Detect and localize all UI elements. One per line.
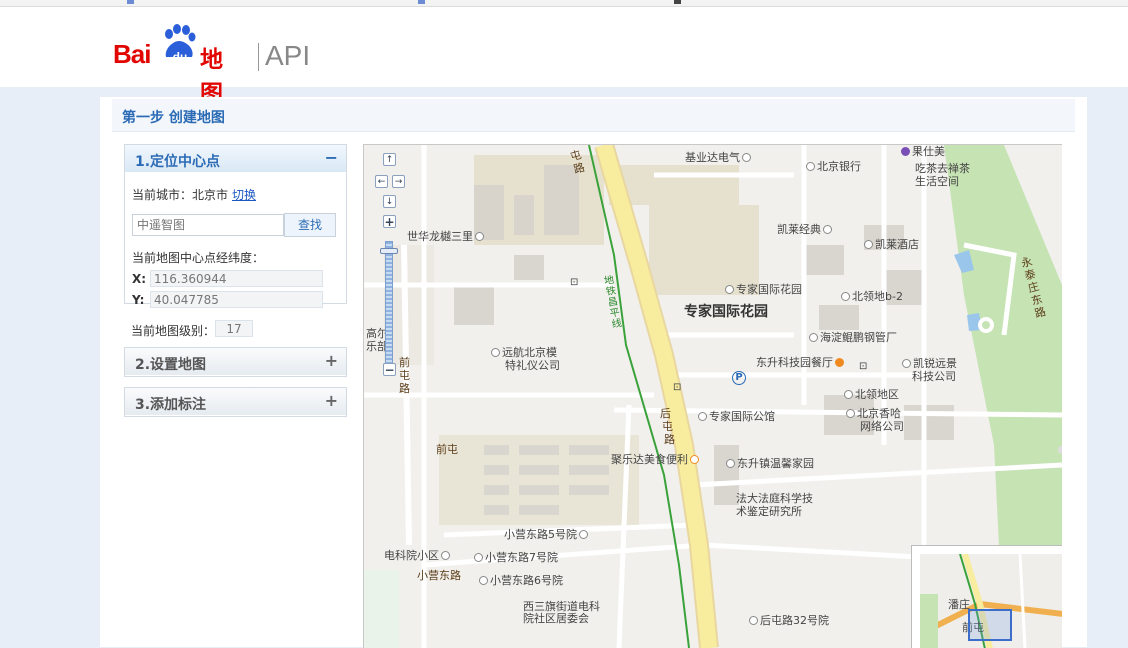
browser-top-strip	[0, 0, 1128, 7]
bus-stop-icon[interactable]: ⊡	[673, 381, 681, 394]
overview-label: 潘庄	[948, 598, 970, 611]
x-label: X:	[132, 272, 147, 286]
map-label[interactable]: 网络公司	[860, 420, 904, 433]
zoom-slider-track[interactable]	[385, 241, 393, 369]
map-label[interactable]: 吃茶去禅茶	[915, 162, 970, 175]
map-label[interactable]: 北领地b-2	[839, 290, 903, 303]
overview-map-inner: 潘庄 前屯	[920, 554, 1062, 648]
map-label[interactable]: 法大法庭科学技	[736, 492, 813, 505]
map-label[interactable]: 果仕美	[899, 145, 945, 158]
zoom-out-icon[interactable]: −	[383, 363, 396, 376]
map-label[interactable]: 专家国际花园	[723, 283, 802, 296]
map-area-label: 专家国际花园	[684, 304, 768, 320]
panel-locate-title: 1.定位中心点	[135, 154, 221, 170]
pan-up-icon[interactable]: ↑	[383, 153, 396, 166]
map-label[interactable]: 科技公司	[912, 370, 956, 383]
parking-icon[interactable]: P	[732, 371, 746, 385]
expand-icon[interactable]: +	[325, 351, 338, 370]
switch-city-link[interactable]: 切换	[232, 186, 256, 203]
map-label[interactable]: 小营东路6号院	[477, 574, 563, 587]
map-label[interactable]: 特礼仪公司	[505, 359, 560, 372]
step-title-bar: 第一步 创建地图	[112, 99, 1075, 132]
map-label[interactable]: 凯莱酒店	[862, 238, 919, 251]
panel-locate-center: 1.定位中心点 − 当前城市：北京市 切换 查找 当前地图中心点经纬度： X: …	[124, 144, 347, 308]
panel-settings-header[interactable]: 2.设置地图 +	[125, 348, 346, 375]
map-label[interactable]: 后屯路32号院	[747, 614, 829, 627]
pan-right-icon[interactable]: →	[392, 175, 405, 188]
y-label: Y:	[132, 293, 145, 307]
road-label: 路	[664, 433, 675, 446]
map-label[interactable]: 东升镇温馨家园	[724, 457, 814, 470]
logo-separator	[258, 43, 259, 71]
logo-api-text: API	[265, 40, 311, 71]
panel-add-marker: 3.添加标注 +	[124, 387, 347, 417]
map-label[interactable]: 远航北京模	[489, 346, 557, 359]
map-label[interactable]: 北京香哈	[844, 407, 901, 420]
search-button[interactable]: 查找	[284, 213, 336, 237]
panel-marker-title: 3.添加标注	[135, 397, 207, 413]
zoom-slider-handle[interactable]	[380, 248, 398, 254]
logo-du-text: du	[172, 50, 188, 64]
map-label[interactable]: 海淀鲲鹏钢管厂	[807, 331, 897, 344]
map-label[interactable]: 专家国际公馆	[696, 410, 775, 423]
road-label: 后	[660, 407, 671, 420]
map-label[interactable]: 术鉴定研究所	[736, 505, 802, 518]
map-label[interactable]: 小营东路5号院	[504, 528, 590, 541]
map-label[interactable]: 小营东路7号院	[472, 551, 558, 564]
map-label[interactable]: 电科院小区	[384, 549, 452, 562]
map-label[interactable]: 北领地区	[842, 388, 899, 401]
zoom-in-icon[interactable]: +	[383, 215, 396, 228]
map-navigation-control: ↑ ← → ↓ + −	[374, 153, 405, 393]
pan-down-icon[interactable]: ↓	[383, 195, 396, 208]
road-label: 前屯	[436, 443, 458, 456]
center-coords-label: 当前地图中心点经纬度：	[132, 251, 265, 265]
x-value-field[interactable]: 116.360944	[150, 270, 323, 287]
overview-map[interactable]: 潘庄 前屯	[911, 545, 1062, 648]
search-input[interactable]	[132, 214, 284, 236]
y-value-field[interactable]: 40.047785	[150, 291, 323, 308]
collapse-icon[interactable]: −	[325, 148, 338, 167]
step-title: 第一步 创建地图	[122, 110, 225, 126]
zoom-level-value[interactable]: 17	[215, 320, 253, 337]
expand-icon[interactable]: +	[325, 391, 338, 410]
pan-left-icon[interactable]: ←	[375, 175, 388, 188]
map-label[interactable]: 生活空间	[915, 175, 959, 188]
panel-locate-header[interactable]: 1.定位中心点 −	[125, 145, 346, 172]
map-label[interactable]: 北京银行	[804, 160, 861, 173]
logo-bai-text: Bai	[113, 39, 151, 69]
map-label[interactable]: 院社区居委会	[523, 612, 589, 625]
current-city-label: 当前城市：北京市	[132, 188, 229, 202]
panel-map-settings: 2.设置地图 +	[124, 347, 347, 377]
bus-stop-icon[interactable]: ⊡	[859, 360, 867, 373]
map-canvas[interactable]: 基业达电气 北京银行 果仕美 吃茶去禅茶 生活空间 世华龙樾三里 凯莱经典 凯莱…	[363, 144, 1062, 648]
map-label[interactable]: 世华龙樾三里	[407, 230, 486, 243]
map-label[interactable]: 凯锐远景	[900, 357, 957, 370]
map-label[interactable]: 凯莱经典	[777, 223, 834, 236]
overview-viewport-rect[interactable]	[968, 609, 1012, 641]
panel-settings-title: 2.设置地图	[135, 357, 207, 373]
map-label[interactable]: 东升科技园餐厅	[756, 356, 846, 369]
map-label[interactable]: 聚乐达美食便利	[611, 453, 701, 466]
panel-marker-header[interactable]: 3.添加标注 +	[125, 388, 346, 415]
map-label[interactable]: 基业达电气	[685, 151, 753, 164]
road-label: 小营东路	[417, 569, 461, 582]
bus-stop-icon[interactable]: ⊡	[570, 276, 578, 289]
road-label: 屯	[662, 420, 673, 433]
zoom-level-label: 当前地图级别：	[131, 324, 216, 338]
site-header: Bai du 地图 API	[0, 7, 1128, 107]
